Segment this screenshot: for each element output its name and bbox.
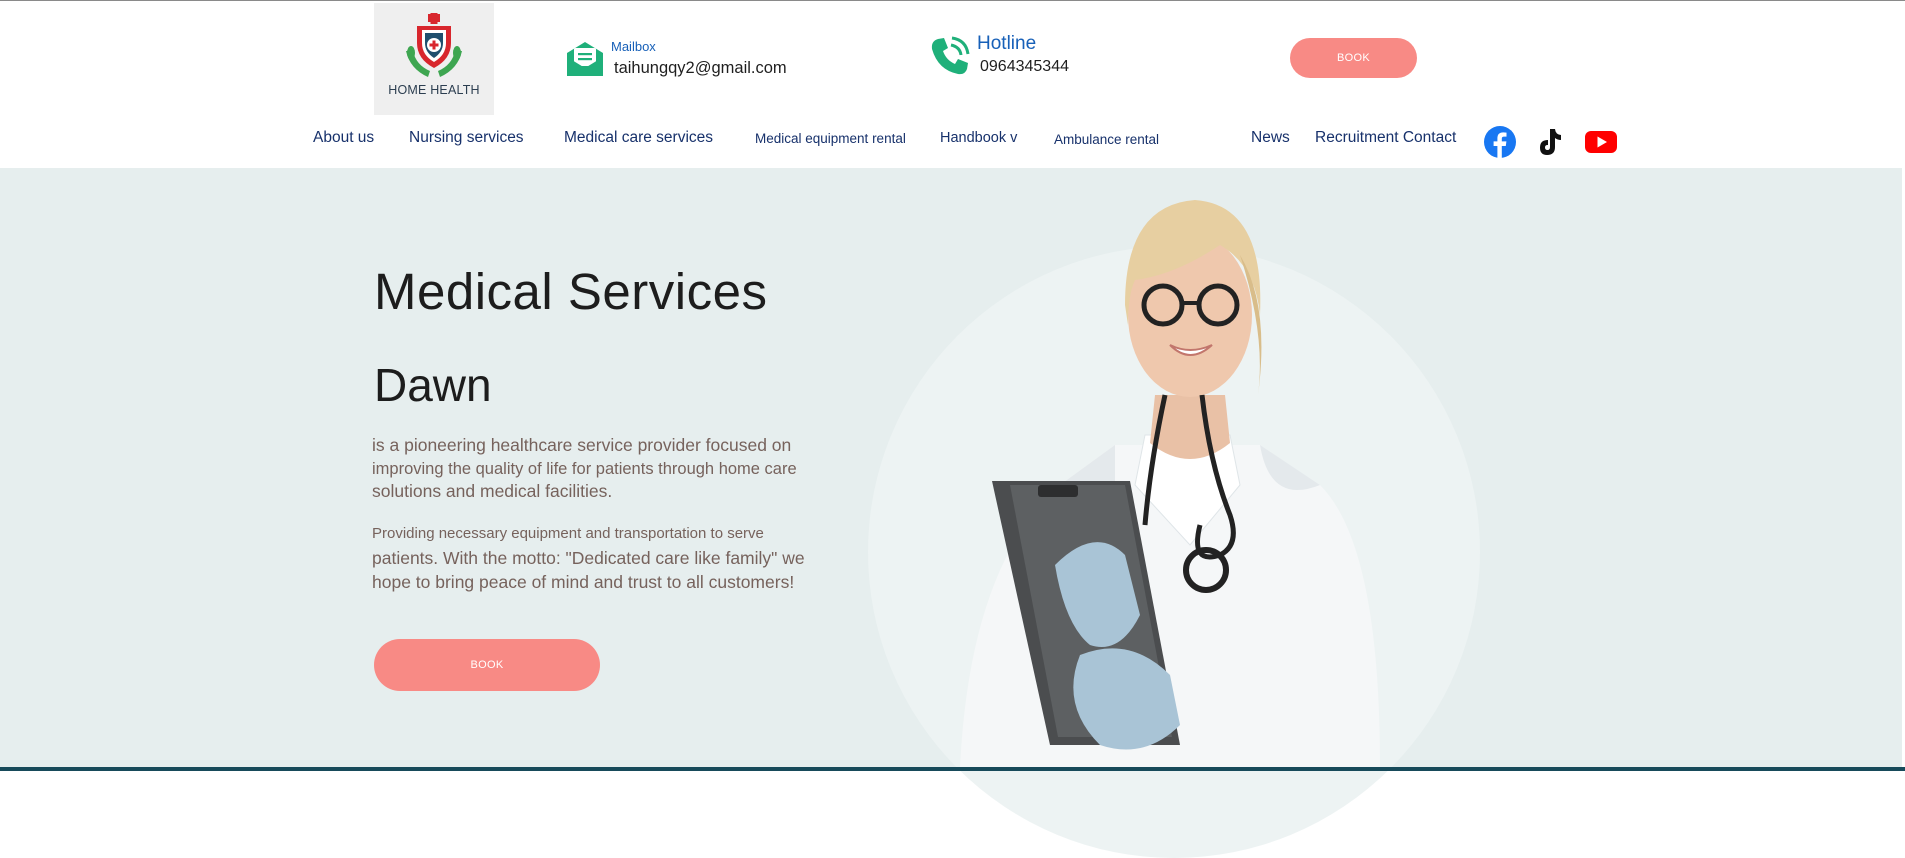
hero-paragraph-1-line-3: solutions and medical facilities. (372, 481, 613, 501)
hotline-contact[interactable]: Hotline 0964345344 (929, 33, 1069, 77)
nav-item-about-us[interactable]: About us (313, 129, 374, 147)
mailbox-contact[interactable]: Mailbox taihungqy2@gmail.com (565, 39, 787, 79)
doctor-image (960, 200, 1380, 767)
hero-paragraph-1-line-2: improving the quality of life for patien… (372, 460, 797, 478)
nav-item-medical-care-services[interactable]: Medical care services (564, 129, 713, 147)
hero-paragraph-2-line-2: patients. With the motto: "Dedicated car… (372, 548, 805, 568)
hero-subtitle: Dawn (374, 359, 492, 411)
nav-item-handbook[interactable]: Handbook v (940, 130, 1017, 146)
envelope-icon (567, 42, 603, 76)
hotline-number[interactable]: 0964345344 (980, 58, 1069, 76)
hero-paragraph-1: is a pioneering healthcare service provi… (372, 433, 812, 503)
mailbox-label: Mailbox (611, 39, 656, 54)
hero-paragraph-2-line-1: Providing necessary equipment and transp… (372, 525, 764, 542)
phone-icon (931, 36, 970, 75)
logo[interactable]: HOME HEALTH (374, 3, 494, 115)
logo-text: HOME HEALTH (388, 83, 480, 97)
hero-title: Medical Services (374, 263, 768, 320)
hero-paragraph-1-line-1: is a pioneering healthcare service provi… (372, 435, 792, 455)
mailbox-email[interactable]: taihungqy2@gmail.com (614, 59, 787, 78)
tiktok-icon[interactable] (1533, 126, 1565, 158)
nav-item-ambulance-rental[interactable]: Ambulance rental (1054, 132, 1159, 147)
nav-item-recruitment-contact[interactable]: Recruitment Contact (1315, 129, 1456, 147)
nav-item-nursing-services[interactable]: Nursing services (409, 129, 524, 147)
home-health-logo-icon (406, 13, 462, 77)
facebook-icon[interactable] (1484, 126, 1516, 158)
nav-item-news[interactable]: News (1251, 129, 1290, 147)
main-nav: About us Nursing services Medical care s… (0, 129, 1905, 155)
section-bottom-border (0, 767, 1905, 771)
hotline-label: Hotline (977, 33, 1037, 54)
book-button-hero[interactable]: BOOK (374, 639, 600, 691)
youtube-icon[interactable] (1584, 126, 1618, 158)
nav-item-medical-equipment-rental[interactable]: Medical equipment rental (755, 131, 906, 146)
site-header: HOME HEALTH Mailbox taihungqy2@gmail.com… (0, 1, 1905, 168)
hero-paragraph-2-line-3: hope to bring peace of mind and trust to… (372, 572, 795, 592)
book-button-header[interactable]: BOOK (1290, 38, 1417, 78)
hero-paragraph-2: Providing necessary equipment and transp… (372, 522, 822, 594)
